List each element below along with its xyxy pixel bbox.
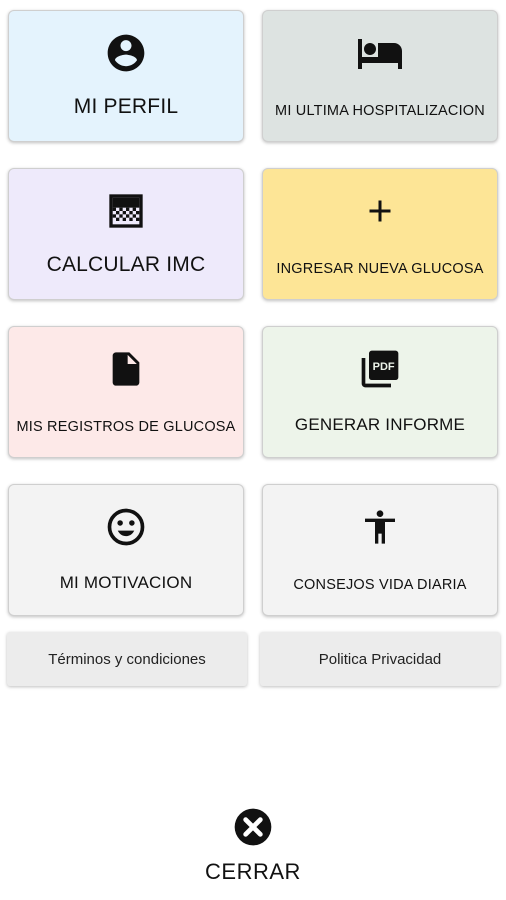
generate-report-tile[interactable]: PDF GENERAR INFORME — [262, 326, 498, 458]
privacy-label: Politica Privacidad — [318, 650, 442, 668]
svg-text:PDF: PDF — [373, 361, 395, 373]
terms-label: Términos y condiciones — [48, 650, 206, 668]
glucose-records-tile[interactable]: MIS REGISTROS DE GLUCOSA — [8, 326, 244, 458]
motivation-tile[interactable]: MI MOTIVACION — [8, 484, 244, 616]
imc-tile[interactable]: CALCULAR IMC — [8, 168, 244, 300]
account-circle-icon — [104, 31, 148, 75]
privacy-button[interactable]: Politica Privacidad — [260, 632, 500, 686]
new-glucose-label: INGRESAR NUEVA GLUCOSA — [276, 261, 484, 277]
hospitalization-tile[interactable]: MI ULTIMA HOSPITALIZACION — [262, 10, 498, 142]
profile-label: MI PERFIL — [73, 95, 179, 118]
glucose-records-label: MIS REGISTROS DE GLUCOSA — [16, 419, 236, 435]
imc-label: CALCULAR IMC — [46, 253, 206, 276]
hospitalization-label: MI ULTIMA HOSPITALIZACION — [275, 103, 485, 119]
gradient-grid-icon — [106, 189, 146, 233]
profile-tile[interactable]: MI PERFIL — [8, 10, 244, 142]
document-icon — [106, 347, 146, 391]
smiley-icon — [104, 505, 148, 549]
close-label: CERRAR — [205, 859, 301, 884]
hotel-bed-icon — [356, 31, 404, 75]
plus-icon — [362, 189, 398, 233]
accessibility-icon — [360, 505, 400, 549]
generate-report-label: GENERAR INFORME — [294, 415, 466, 434]
daily-tips-label: CONSEJOS VIDA DIARIA — [293, 577, 467, 593]
daily-tips-tile[interactable]: CONSEJOS VIDA DIARIA — [262, 484, 498, 616]
close-circle-icon — [234, 808, 272, 846]
pdf-icon: PDF — [358, 347, 402, 391]
terms-button[interactable]: Términos y condiciones — [7, 632, 247, 686]
motivation-label: MI MOTIVACION — [59, 573, 193, 592]
new-glucose-tile[interactable]: INGRESAR NUEVA GLUCOSA — [262, 168, 498, 300]
close-button[interactable]: CERRAR — [0, 805, 506, 885]
